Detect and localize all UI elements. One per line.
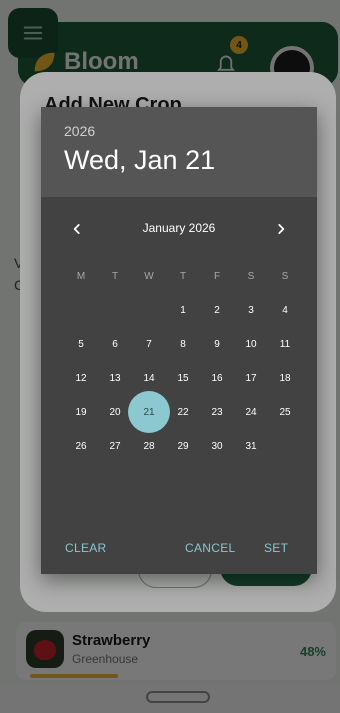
day-number: 10 [245, 338, 257, 350]
clear-button[interactable]: CLEAR [65, 541, 107, 555]
weekday-label: W [144, 270, 154, 282]
date-picker-header: 2026 Wed, Jan 21 [41, 107, 317, 197]
day-cell[interactable]: 18 [268, 361, 302, 395]
week-row: 19 20 21 22 23 24 25 [64, 391, 302, 433]
day-cell[interactable]: 3 [234, 293, 268, 327]
day-cell[interactable]: 23 [200, 395, 234, 429]
day-number: 31 [245, 440, 257, 452]
day-number: 21 [143, 406, 155, 418]
day-number: 4 [282, 304, 288, 316]
day-cell[interactable]: 26 [64, 429, 98, 463]
day-number: 3 [248, 304, 254, 316]
weekday-label: M [76, 270, 86, 282]
day-number: 15 [177, 372, 189, 384]
day-cell[interactable]: 30 [200, 429, 234, 463]
header-year[interactable]: 2026 [64, 123, 95, 139]
day-number: 28 [143, 440, 155, 452]
day-number: 17 [245, 372, 257, 384]
day-cell[interactable]: 9 [200, 327, 234, 361]
calendar-grid: M T W T F S S 1 2 3 4 5 6 7 8 9 10 11 12 13 14 15 16 17 18 19 20 21… [64, 259, 302, 463]
day-number: 26 [75, 440, 87, 452]
weekday-label: T [111, 270, 119, 282]
day-number: 19 [75, 406, 87, 418]
month-navigation: January 2026 [41, 217, 317, 241]
day-cell[interactable]: 14 [132, 361, 166, 395]
day-cell[interactable]: 31 [234, 429, 268, 463]
day-cell[interactable]: 17 [234, 361, 268, 395]
dialog-actions: CLEAR CANCEL SET [41, 541, 317, 561]
day-cell[interactable]: 6 [98, 327, 132, 361]
day-number: 6 [112, 338, 118, 350]
day-cell[interactable]: 4 [268, 293, 302, 327]
day-number: 9 [214, 338, 220, 350]
day-number: 1 [180, 304, 186, 316]
weekday-label: S [281, 270, 289, 282]
weekday-label: S [247, 270, 255, 282]
set-button[interactable]: SET [264, 541, 288, 555]
day-cell[interactable]: 11 [268, 327, 302, 361]
week-row: 12 13 14 15 16 17 18 [64, 361, 302, 395]
chevron-right-icon [278, 224, 285, 234]
day-cell[interactable]: 1 [166, 293, 200, 327]
day-cell[interactable]: 7 [132, 327, 166, 361]
day-cell[interactable]: 25 [268, 395, 302, 429]
next-month-button[interactable] [269, 217, 293, 241]
day-number: 22 [177, 406, 189, 418]
day-cell[interactable]: 8 [166, 327, 200, 361]
weekday-label: T [179, 270, 187, 282]
day-cell[interactable]: 28 [132, 429, 166, 463]
day-number: 12 [75, 372, 87, 384]
day-number: 27 [109, 440, 121, 452]
day-number: 14 [143, 372, 155, 384]
week-row: 26 27 28 29 30 31 [64, 429, 302, 463]
day-number: 11 [279, 338, 291, 350]
day-number: 23 [211, 406, 223, 418]
day-number: 20 [109, 406, 121, 418]
day-cell[interactable]: 29 [166, 429, 200, 463]
day-number: 16 [211, 372, 223, 384]
day-number: 7 [146, 338, 152, 350]
day-number: 5 [78, 338, 84, 350]
day-cell[interactable]: 12 [64, 361, 98, 395]
day-number: 29 [177, 440, 189, 452]
day-number: 30 [211, 440, 223, 452]
week-row: 5 6 7 8 9 10 11 [64, 327, 302, 361]
day-cell-selected[interactable]: 21 [128, 391, 170, 433]
day-cell[interactable]: 13 [98, 361, 132, 395]
day-number: 8 [180, 338, 186, 350]
day-number: 24 [245, 406, 257, 418]
day-cell[interactable]: 20 [98, 395, 132, 429]
day-number: 13 [109, 372, 121, 384]
day-cell[interactable]: 15 [166, 361, 200, 395]
day-cell[interactable]: 22 [166, 395, 200, 429]
weekday-label: F [213, 270, 221, 282]
day-number: 18 [279, 372, 291, 384]
day-cell[interactable]: 16 [200, 361, 234, 395]
day-cell[interactable]: 27 [98, 429, 132, 463]
cancel-button[interactable]: CANCEL [185, 541, 235, 555]
day-number: 2 [214, 304, 220, 316]
header-selected-date: Wed, Jan 21 [64, 145, 216, 175]
day-cell[interactable]: 19 [64, 395, 98, 429]
day-cell[interactable]: 5 [64, 327, 98, 361]
day-cell[interactable]: 24 [234, 395, 268, 429]
day-number: 25 [279, 406, 291, 418]
day-cell[interactable]: 10 [234, 327, 268, 361]
day-cell[interactable]: 2 [200, 293, 234, 327]
date-picker-dialog: 2026 Wed, Jan 21 January 2026 MTWTFSS123… [41, 107, 317, 574]
weekday-row: MTWTFSS [64, 259, 302, 293]
week-row: 1 2 3 4 [64, 293, 302, 327]
